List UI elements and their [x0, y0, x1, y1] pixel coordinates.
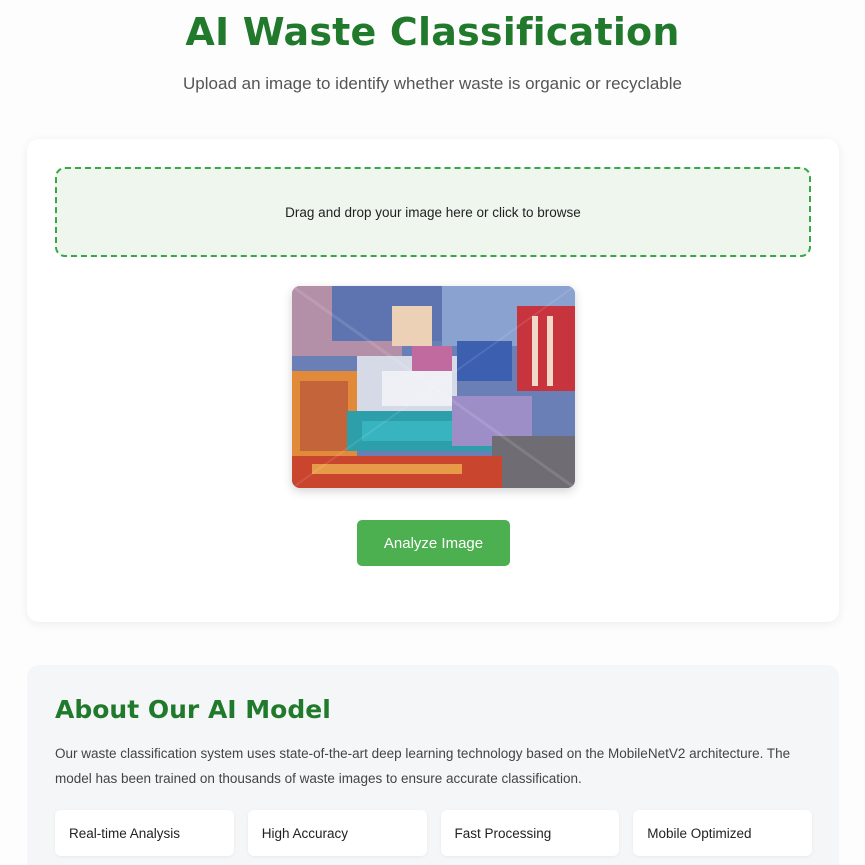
about-description: Our waste classification system uses sta…: [55, 746, 791, 786]
feature-mobile-optimized: Mobile Optimized: [633, 810, 812, 856]
page-subtitle: Upload an image to identify whether wast…: [183, 74, 682, 93]
textile-image: [292, 286, 575, 488]
dropzone-text: Drag and drop your image here or click t…: [285, 204, 581, 220]
page: AI Waste Classification Upload an image …: [0, 0, 865, 865]
feature-list: Real-time Analysis High Accuracy Fast Pr…: [55, 810, 812, 856]
feature-high-accuracy: High Accuracy: [247, 810, 427, 856]
about-section: About Our AI Model Our waste classificat…: [27, 665, 839, 865]
page-title: AI Waste Classification: [185, 10, 680, 54]
analyze-image-button[interactable]: Analyze Image: [357, 520, 510, 566]
about-title: About Our AI Model: [55, 695, 331, 724]
image-dropzone[interactable]: Drag and drop your image here or click t…: [55, 167, 811, 257]
image-preview: [292, 286, 575, 488]
feature-real-time-analysis: Real-time Analysis: [55, 810, 234, 856]
feature-fast-processing: Fast Processing: [440, 810, 620, 856]
upload-card: Drag and drop your image here or click t…: [27, 139, 839, 622]
